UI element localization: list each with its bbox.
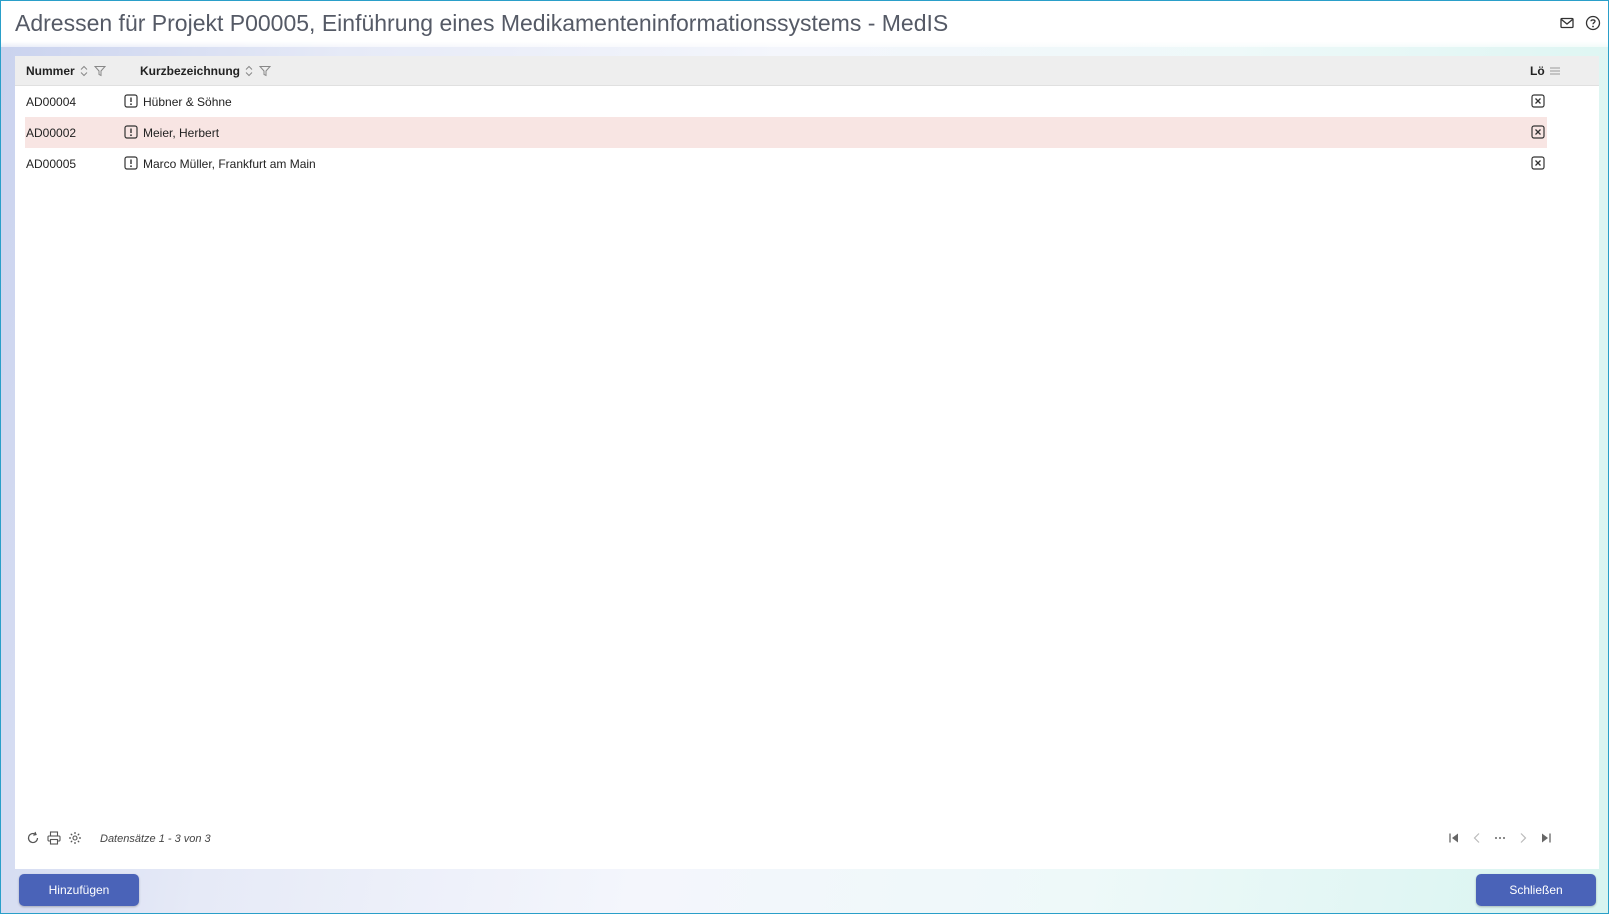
next-page-icon[interactable] — [1516, 831, 1530, 845]
warning-icon[interactable] — [124, 94, 138, 108]
window-title: Adressen für Projekt P00005, Einführung … — [15, 10, 949, 36]
table-row[interactable]: AD00002 Meier, Herbert — [25, 117, 1547, 148]
mail-icon[interactable] — [1558, 14, 1576, 32]
first-page-icon[interactable] — [1447, 831, 1461, 845]
dialog-window: Adressen für Projekt P00005, Einführung … — [0, 0, 1609, 914]
cell-kurzbezeichnung: Hübner & Söhne — [143, 95, 232, 109]
footer-tools — [25, 830, 82, 845]
sort-icon[interactable] — [80, 65, 88, 77]
table-row[interactable]: AD00005 Marco Müller, Frankfurt am Main — [25, 148, 1547, 179]
pager — [1447, 831, 1553, 845]
column-label-kurzbezeichnung: Kurzbezeichnung — [140, 64, 241, 78]
print-icon[interactable] — [46, 830, 61, 845]
column-label-nummer: Nummer — [26, 64, 75, 78]
column-header-kurzbezeichnung[interactable]: Kurzbezeichnung — [140, 56, 272, 86]
cell-nummer: AD00004 — [26, 95, 77, 109]
delete-icon[interactable] — [1531, 125, 1545, 139]
help-icon[interactable] — [1584, 14, 1602, 32]
settings-icon[interactable] — [67, 830, 82, 845]
address-grid: Nummer Kurzbezeichnung Lö AD00004 Hübner… — [15, 56, 1599, 869]
column-menu-icon[interactable] — [1549, 66, 1560, 76]
column-header-loeschen[interactable]: Lö — [1530, 56, 1560, 86]
cell-kurzbezeichnung: Marco Müller, Frankfurt am Main — [143, 157, 316, 171]
add-button[interactable]: Hinzufügen — [19, 874, 139, 906]
cell-kurzbezeichnung: Meier, Herbert — [143, 126, 220, 140]
warning-icon[interactable] — [124, 125, 138, 139]
cell-nummer: AD00002 — [26, 126, 77, 140]
delete-icon[interactable] — [1531, 94, 1545, 108]
filter-icon[interactable] — [259, 65, 272, 77]
table-row[interactable]: AD00004 Hübner & Söhne — [25, 86, 1547, 117]
filter-icon[interactable] — [93, 65, 106, 77]
grid-header: Nummer Kurzbezeichnung Lö — [15, 56, 1599, 86]
warning-icon[interactable] — [124, 156, 138, 170]
cell-nummer: AD00005 — [26, 157, 77, 171]
refresh-icon[interactable] — [25, 830, 40, 845]
more-icon[interactable] — [1493, 831, 1507, 845]
title-actions — [1558, 14, 1602, 32]
title-bar: Adressen für Projekt P00005, Einführung … — [1, 1, 1608, 47]
record-count: Datensätze 1 - 3 von 3 — [100, 833, 211, 845]
close-button[interactable]: Schließen — [1476, 874, 1596, 906]
grid-footer: Datensätze 1 - 3 von 3 — [15, 827, 1599, 851]
prev-page-icon[interactable] — [1470, 831, 1484, 845]
sort-icon[interactable] — [245, 65, 253, 77]
last-page-icon[interactable] — [1539, 831, 1553, 845]
delete-icon[interactable] — [1531, 156, 1545, 170]
column-label-loeschen: Lö — [1530, 64, 1545, 78]
column-header-nummer[interactable]: Nummer — [26, 56, 106, 86]
